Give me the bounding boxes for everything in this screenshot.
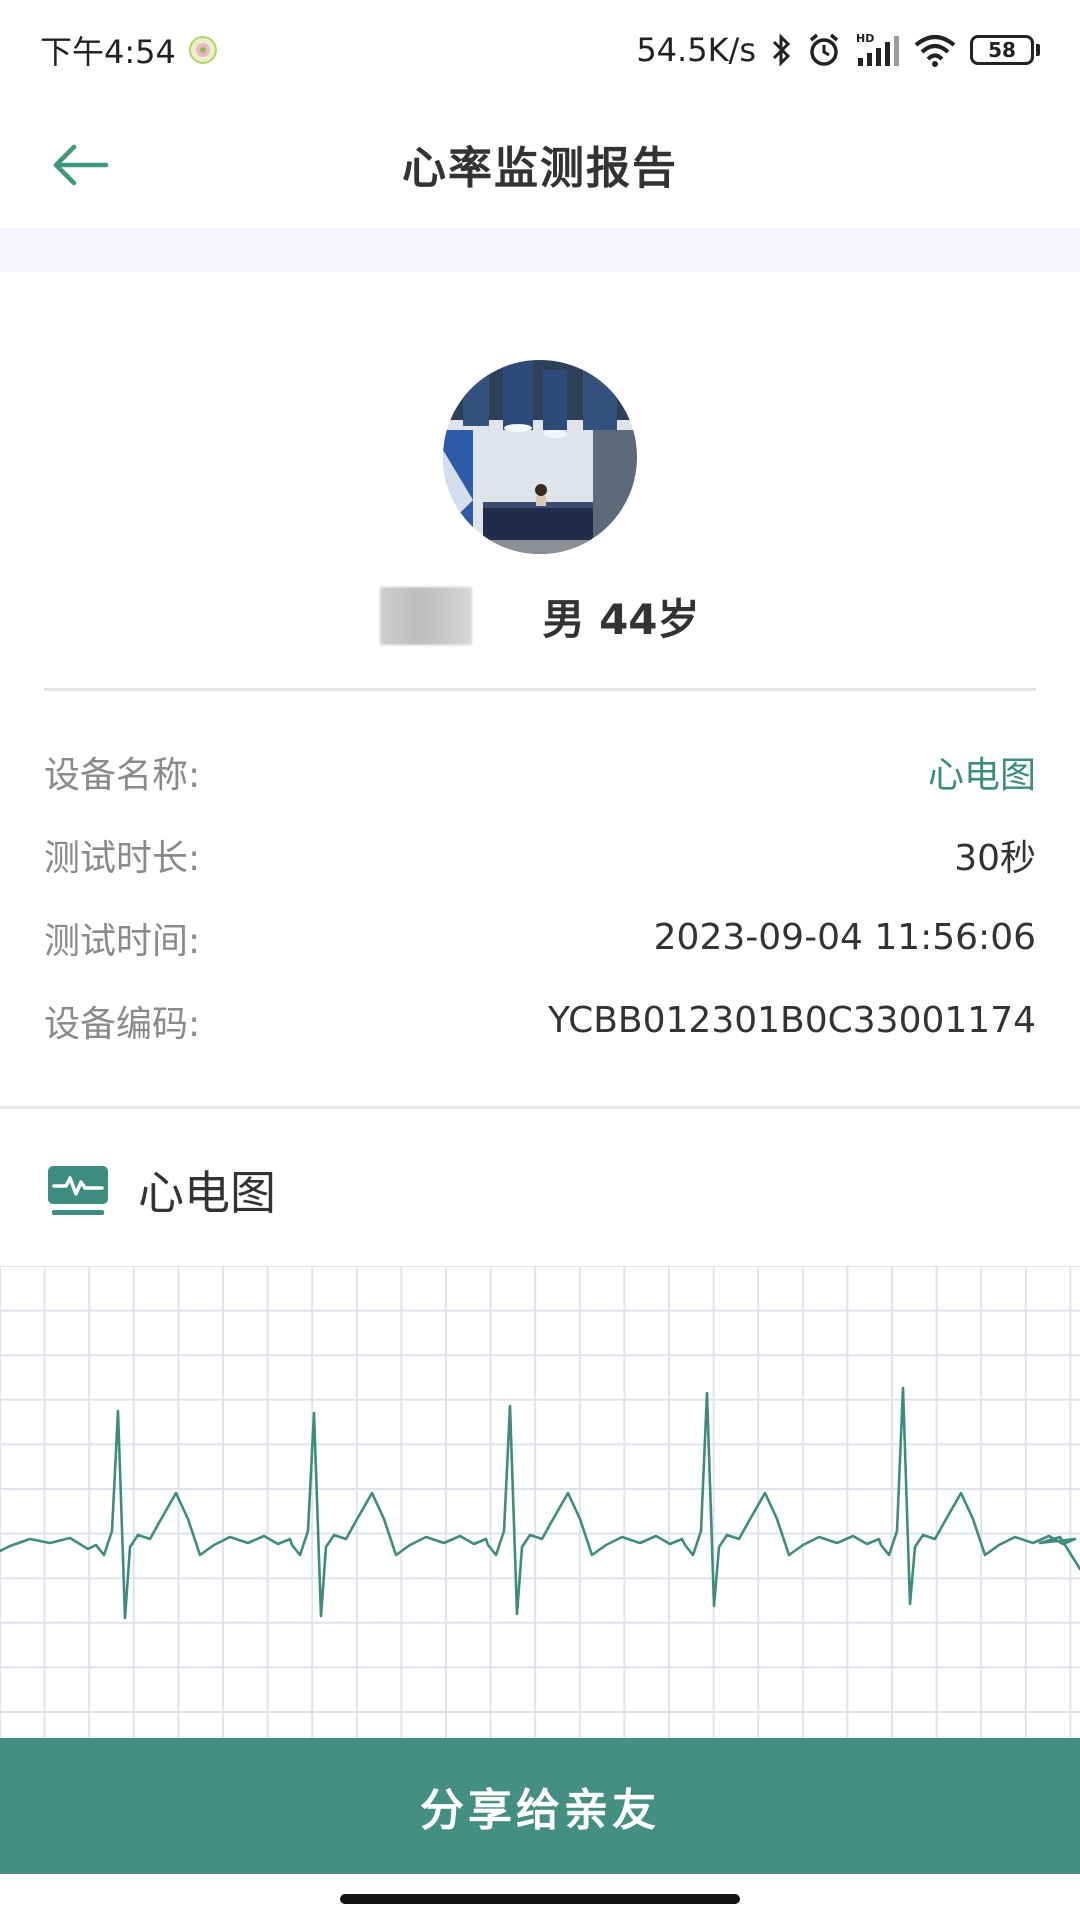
info-row-device-name: 设备名称: 心电图 xyxy=(44,730,1036,813)
ecg-chart xyxy=(0,1265,1080,1738)
share-button[interactable]: 分享给亲友 xyxy=(0,1738,1080,1874)
gender-age: 男 44岁 xyxy=(542,594,700,644)
name-redacted xyxy=(380,587,473,645)
nav-bar: 心率监测报告 xyxy=(0,100,1080,228)
divider xyxy=(44,688,1036,691)
info-value: YCBB012301B0C33001174 xyxy=(548,1000,1036,1041)
info-row-duration: 测试时长: 30秒 xyxy=(44,813,1036,896)
avatar[interactable] xyxy=(443,360,637,554)
info-label: 设备名称: xyxy=(44,754,201,796)
info-value: 2023-09-04 11:56:06 xyxy=(653,917,1036,958)
info-label: 设备编码: xyxy=(44,1003,201,1045)
status-time: 下午4:54 xyxy=(40,33,176,71)
alarm-icon xyxy=(806,32,842,68)
status-bar: 下午4:54 54.5K/s HD 58 xyxy=(0,0,1080,100)
name-row: 男 44岁 xyxy=(0,584,1080,648)
info-label: 测试时间: xyxy=(44,920,201,962)
info-value: 30秒 xyxy=(954,837,1036,879)
wifi-icon xyxy=(914,33,956,67)
svg-text:HD: HD xyxy=(856,32,874,45)
status-left: 下午4:54 xyxy=(40,27,218,73)
status-right: 54.5K/s HD 58 xyxy=(636,31,1040,69)
bluetooth-icon xyxy=(770,32,792,68)
battery-icon: 58 xyxy=(970,35,1040,65)
info-row-device-code: 设备编码: YCBB012301B0C33001174 xyxy=(44,979,1036,1062)
header-separator xyxy=(0,228,1080,272)
back-button[interactable] xyxy=(40,130,120,200)
info-label: 测试时长: xyxy=(44,837,201,879)
battery-level: 58 xyxy=(970,35,1034,65)
info-row-test-time: 测试时间: 2023-09-04 11:56:06 xyxy=(44,896,1036,979)
arrow-left-icon xyxy=(53,144,109,186)
home-indicator[interactable] xyxy=(340,1894,740,1904)
section-divider xyxy=(0,1106,1080,1109)
info-value: 心电图 xyxy=(927,754,1036,796)
ecg-monitor-icon xyxy=(48,1166,108,1215)
net-speed: 54.5K/s xyxy=(636,31,756,69)
page-title: 心率监测报告 xyxy=(402,143,678,194)
ecg-header: 心电图 xyxy=(48,1150,276,1230)
profile-section: 男 44岁 xyxy=(0,272,1080,692)
ecg-section-title: 心电图 xyxy=(138,1166,276,1220)
app-notification-icon xyxy=(188,35,218,65)
hd-signal-icon: HD xyxy=(856,32,900,68)
info-list: 设备名称: 心电图 测试时长: 30秒 测试时间: 2023-09-04 11:… xyxy=(44,730,1036,1062)
